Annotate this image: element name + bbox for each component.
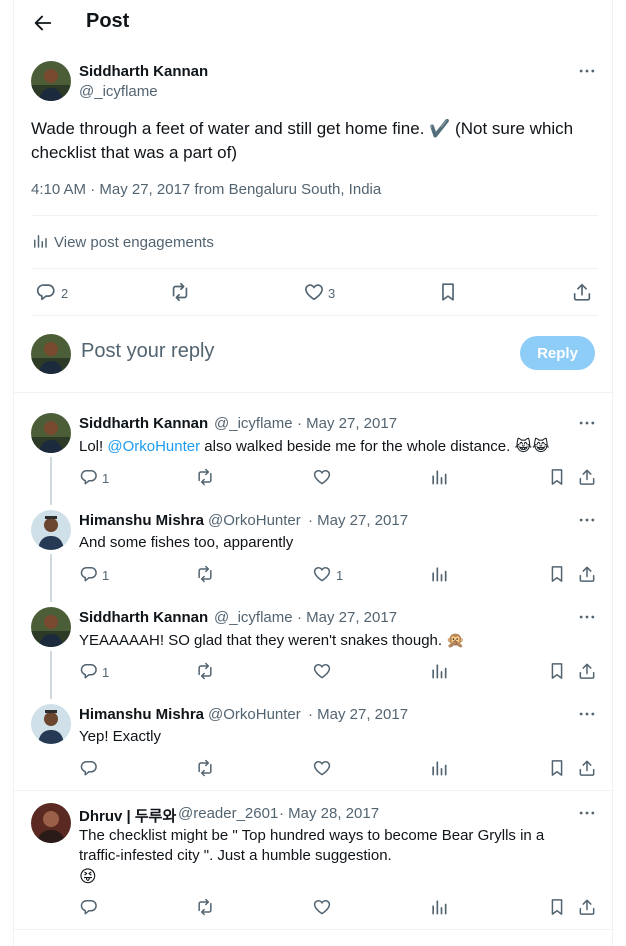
page-title: Post — [86, 10, 130, 32]
share-icon[interactable] — [577, 467, 597, 487]
reply-icon[interactable] — [79, 661, 99, 681]
reply-button[interactable]: Reply — [520, 336, 595, 370]
more-icon[interactable] — [577, 413, 597, 433]
reply-author-handle[interactable]: @reader_2601 — [178, 805, 278, 822]
avatar[interactable] — [31, 607, 71, 647]
reply-text: traffic-infested city ". Just a humble s… — [79, 847, 392, 864]
divider — [14, 392, 614, 393]
reply-count: 1 — [102, 471, 110, 486]
reply-count: 1 — [102, 665, 110, 680]
like-count: 3 — [328, 286, 336, 301]
avatar[interactable] — [31, 413, 71, 453]
reply-icon[interactable] — [79, 564, 99, 584]
bookmark-icon[interactable] — [547, 758, 567, 778]
repost-icon[interactable] — [195, 661, 215, 681]
engagements-icon — [31, 232, 49, 250]
reply-text: The checklist might be " Top hundred way… — [79, 827, 545, 844]
author-handle[interactable]: @_icyflame — [79, 83, 158, 100]
back-arrow-icon[interactable] — [32, 12, 54, 34]
like-icon[interactable] — [312, 467, 332, 487]
reply-author-handle[interactable]: @OrkoHunter — [208, 512, 301, 529]
share-icon[interactable] — [577, 564, 597, 584]
repost-icon[interactable] — [195, 758, 215, 778]
reply-icon[interactable] — [79, 897, 99, 917]
header: Post — [14, 0, 614, 46]
like-icon[interactable] — [312, 661, 332, 681]
more-icon[interactable] — [577, 803, 597, 823]
more-icon[interactable] — [577, 607, 597, 627]
reply-date[interactable]: · May 28, 2017 — [279, 805, 379, 822]
repost-icon[interactable] — [195, 897, 215, 917]
avatar[interactable] — [31, 510, 71, 550]
repost-icon[interactable] — [195, 564, 215, 584]
reply-author-handle[interactable]: @_icyflame — [214, 415, 293, 432]
like-icon[interactable] — [303, 281, 325, 303]
divider — [31, 315, 598, 316]
reply-count: 1 — [102, 568, 110, 583]
reply-author-name[interactable]: Dhruv | 두루와 — [79, 805, 176, 826]
share-icon[interactable] — [577, 661, 597, 681]
divider — [31, 215, 598, 216]
avatar — [31, 334, 71, 374]
views-icon[interactable] — [429, 467, 449, 487]
mention-link[interactable]: @OrkoHunter — [107, 438, 200, 455]
divider — [14, 790, 614, 791]
avatar[interactable] — [31, 704, 71, 744]
divider — [14, 929, 614, 930]
repost-icon[interactable] — [169, 281, 191, 303]
share-icon[interactable] — [577, 758, 597, 778]
post-text: Wade through a feet of water and still g… — [31, 119, 574, 162]
reply-text: Lol! @OrkoHunter also walked beside me f… — [79, 438, 550, 455]
post-timestamp[interactable]: 4:10 AM · May 27, 2017 from Bengaluru So… — [31, 181, 381, 198]
thread-line — [50, 554, 52, 602]
views-icon[interactable] — [429, 661, 449, 681]
reply-input[interactable]: Post your reply — [81, 340, 214, 363]
reply-author-handle[interactable]: @OrkoHunter — [208, 706, 301, 723]
author-name[interactable]: Siddharth Kannan — [79, 63, 208, 80]
post-detail-panel: Post Siddharth Kannan @_icyflame Wade th… — [13, 0, 614, 946]
avatar[interactable] — [31, 61, 71, 101]
more-icon[interactable] — [577, 510, 597, 530]
reply-author-handle[interactable]: @_icyflame — [214, 609, 293, 626]
reply-text: And some fishes too, apparently — [79, 534, 294, 551]
more-icon[interactable] — [577, 704, 597, 724]
bookmark-icon[interactable] — [547, 467, 567, 487]
views-icon[interactable] — [429, 897, 449, 917]
reply-author-name[interactable]: Siddharth Kannan — [79, 415, 208, 432]
thread-line — [50, 457, 52, 505]
like-icon[interactable] — [312, 897, 332, 917]
reply-text: Yep! Exactly — [79, 728, 161, 745]
reply-date[interactable]: · May 27, 2017 — [297, 609, 397, 626]
reply-author-name[interactable]: Himanshu Mishra — [79, 706, 204, 723]
reply-count: 2 — [61, 286, 69, 301]
reply-icon[interactable] — [35, 281, 57, 303]
more-icon[interactable] — [577, 61, 597, 81]
reply-author-name[interactable]: Himanshu Mishra — [79, 512, 204, 529]
share-icon[interactable] — [571, 281, 593, 303]
bookmark-icon[interactable] — [547, 897, 567, 917]
thread-line — [50, 651, 52, 699]
avatar[interactable] — [31, 803, 71, 843]
divider — [31, 268, 598, 269]
reply-icon[interactable] — [79, 758, 99, 778]
reply-text: YEAAAAAH! SO glad that they weren't snak… — [79, 632, 465, 649]
like-count: 1 — [336, 568, 344, 583]
repost-icon[interactable] — [195, 467, 215, 487]
view-engagements-link[interactable]: View post engagements — [54, 234, 214, 251]
reply-date[interactable]: · May 27, 2017 — [308, 512, 408, 529]
bookmark-icon[interactable] — [547, 564, 567, 584]
reply-author-name[interactable]: Siddharth Kannan — [79, 609, 208, 626]
views-icon[interactable] — [429, 758, 449, 778]
reply-emoji: 😝 — [79, 867, 97, 887]
like-icon[interactable] — [312, 564, 332, 584]
bookmark-icon[interactable] — [547, 661, 567, 681]
reply-date[interactable]: · May 27, 2017 — [308, 706, 408, 723]
views-icon[interactable] — [429, 564, 449, 584]
reply-date[interactable]: · May 27, 2017 — [297, 415, 397, 432]
bookmark-icon[interactable] — [437, 281, 459, 303]
like-icon[interactable] — [312, 758, 332, 778]
share-icon[interactable] — [577, 897, 597, 917]
reply-icon[interactable] — [79, 467, 99, 487]
